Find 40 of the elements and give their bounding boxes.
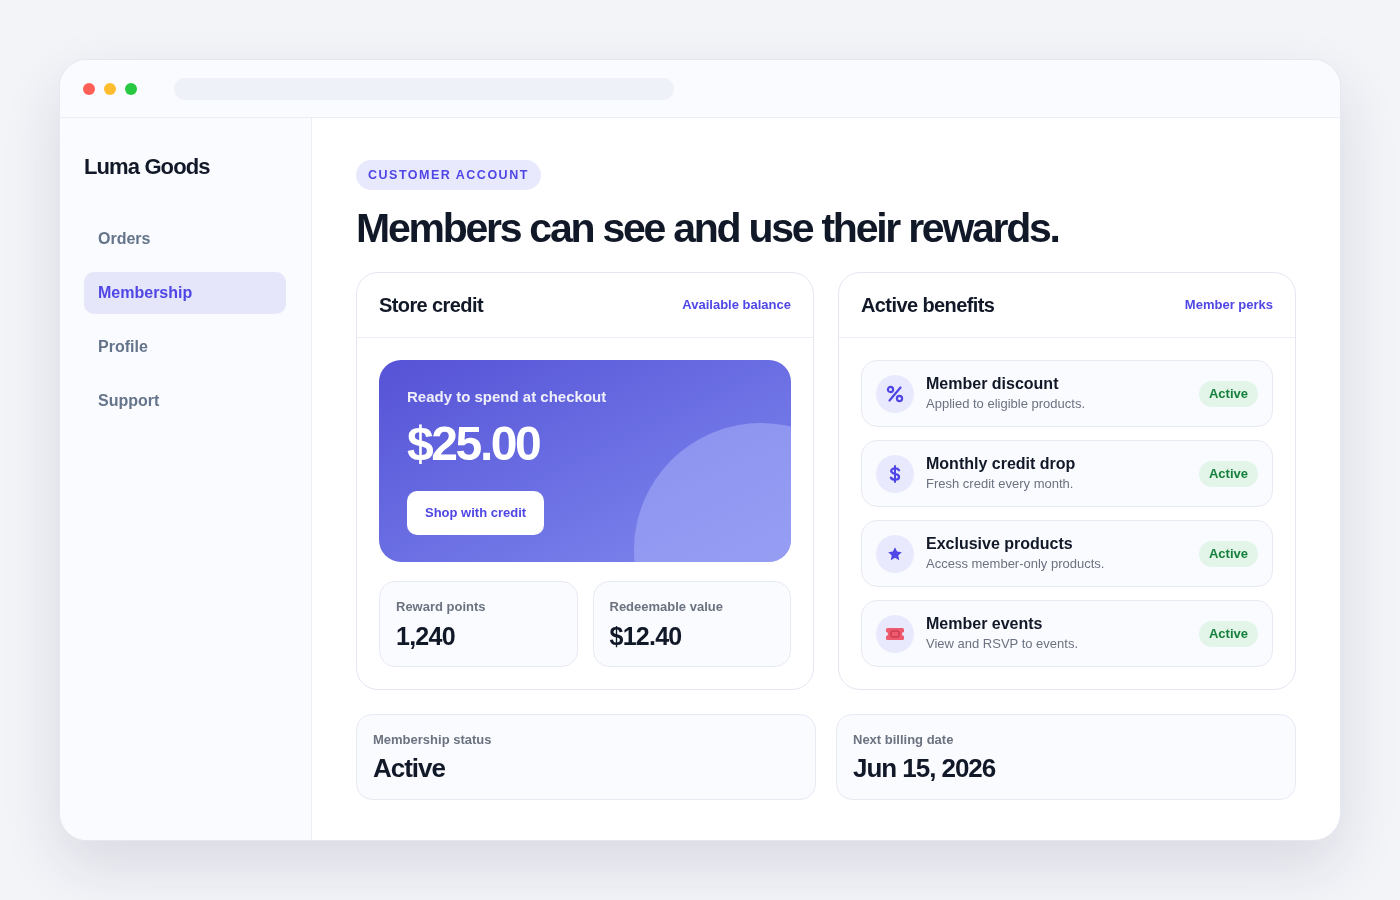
stat-value: 1,240 (396, 621, 456, 651)
stat-label: Redeemable value (609, 598, 724, 616)
status-badge: Active (1198, 460, 1258, 487)
summary-label: Next billing date (853, 731, 955, 749)
status-badge: Active (1198, 620, 1258, 647)
status-badge: Active (1198, 540, 1258, 567)
eyebrow-badge: CUSTOMER ACCOUNT (356, 160, 541, 190)
dollar-icon (876, 454, 914, 493)
ticket-icon (876, 614, 914, 653)
status-badge: Active (1198, 380, 1258, 407)
benefit-title: Monthly credit drop (926, 454, 1077, 474)
summary-value: Jun 15, 2026 (853, 752, 997, 784)
benefit-description: View and RSVP to events. (926, 635, 1079, 653)
shop-with-credit-button[interactable]: Shop with credit (407, 491, 545, 535)
nav-item[interactable]: Profile (84, 326, 286, 368)
page-heading: Members can see and use their rewards. (356, 205, 1060, 251)
percent-icon (876, 374, 914, 413)
benefit-title: Member events (926, 614, 1044, 634)
stat-label: Reward points (396, 598, 487, 616)
stat-value: $12.40 (609, 621, 683, 651)
credit-caption: Ready to spend at checkout (407, 387, 608, 407)
summary-label: Membership status (373, 731, 493, 749)
nav-item[interactable]: Support (84, 380, 286, 422)
nav-item[interactable]: Membership (84, 272, 286, 314)
member-perks-link[interactable]: Member perks (1184, 295, 1273, 315)
window-close-icon[interactable] (83, 82, 95, 95)
card-title: Store credit (379, 293, 483, 318)
window-maximize-icon[interactable] (125, 82, 137, 95)
card-title: Active benefits (861, 293, 995, 318)
window-minimize-icon[interactable] (104, 82, 116, 95)
benefit-title: Exclusive products (926, 534, 1074, 554)
summary-value: Active (373, 752, 446, 784)
benefit-description: Applied to eligible products. (926, 395, 1086, 413)
nav-item[interactable]: Orders (84, 218, 286, 260)
benefit-description: Access member-only products. (926, 555, 1106, 573)
available-balance-link[interactable]: Available balance (682, 295, 791, 315)
benefit-description: Fresh credit every month. (926, 475, 1075, 493)
credit-amount: $25.00 (407, 420, 541, 468)
brand-name: Luma Goods (84, 154, 211, 180)
benefit-title: Member discount (926, 374, 1060, 394)
